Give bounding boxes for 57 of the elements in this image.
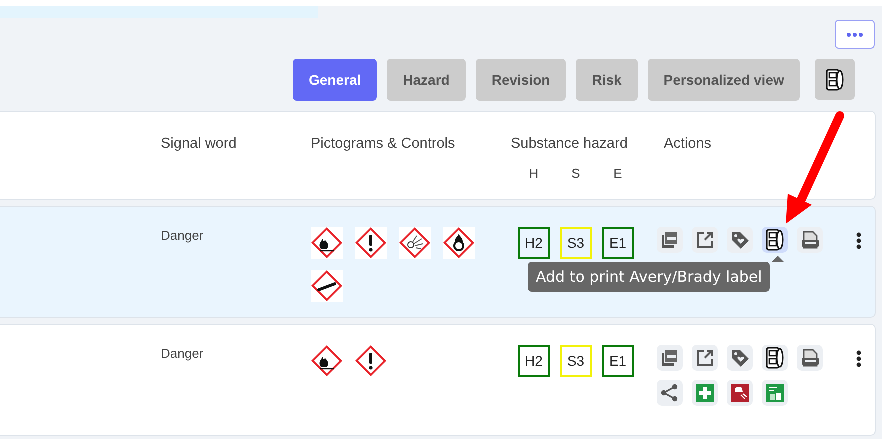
explosion-pictogram xyxy=(399,227,431,259)
label-roll-icon xyxy=(766,229,784,251)
tab[interactable]: Risk xyxy=(576,59,638,101)
tag-icon xyxy=(730,348,750,368)
flame-over-circle-pictogram xyxy=(443,227,475,259)
hazard-rating: H2 xyxy=(518,345,550,377)
gas-cylinder-pictogram xyxy=(311,270,343,302)
hazard-rating: E1 xyxy=(602,345,634,377)
action-button[interactable] xyxy=(797,345,823,371)
action-button[interactable] xyxy=(692,345,718,371)
first-aid-icon xyxy=(695,383,715,403)
exclamation-pictogram xyxy=(355,227,387,259)
action-button[interactable] xyxy=(762,227,788,253)
tooltip: Add to print Avery/Brady label xyxy=(528,262,770,292)
flame-pictogram xyxy=(311,227,343,259)
safety-shower-icon xyxy=(730,383,750,403)
column-header: Pictograms & Controls xyxy=(311,135,456,154)
signal-word: Danger xyxy=(161,345,205,363)
hazard-rating: S3 xyxy=(560,227,592,259)
tab[interactable]: General xyxy=(293,59,378,101)
label-roll-icon xyxy=(826,68,844,90)
more-icon xyxy=(847,32,863,36)
column-header: Actions xyxy=(664,135,713,154)
action-button[interactable] xyxy=(657,345,683,371)
column-subheader: H xyxy=(528,164,540,183)
action-button[interactable] xyxy=(657,227,683,253)
open-external-icon xyxy=(695,348,715,368)
more-vertical-icon xyxy=(856,232,862,250)
hazard-rating: E1 xyxy=(602,227,634,259)
column-header: Signal word xyxy=(161,135,238,154)
action-button[interactable] xyxy=(727,380,753,406)
action-button[interactable] xyxy=(727,227,753,253)
column-subheader: S xyxy=(570,164,582,183)
action-button[interactable] xyxy=(727,345,753,371)
hazard-rating: H2 xyxy=(518,227,550,259)
more-vertical-icon xyxy=(856,350,862,368)
column-header: Substance hazard xyxy=(511,135,629,154)
tab[interactable]: Hazard xyxy=(387,59,466,101)
action-button[interactable] xyxy=(657,380,683,406)
share-icon xyxy=(660,383,680,403)
open-external-icon xyxy=(695,230,715,250)
column-subheader: E xyxy=(612,164,624,183)
tab[interactable]: Personalized view xyxy=(648,59,800,101)
tooltip-pointer xyxy=(772,256,784,262)
tab[interactable]: Revision xyxy=(476,59,566,101)
tag-icon xyxy=(730,230,750,250)
more-button[interactable] xyxy=(835,20,875,49)
action-button[interactable] xyxy=(692,227,718,253)
kebab-menu-button[interactable] xyxy=(854,230,864,250)
label-roll-icon xyxy=(766,347,784,369)
spill-kit-icon xyxy=(765,383,785,403)
hazard-rating: S3 xyxy=(560,345,592,377)
print-label-button[interactable] xyxy=(815,59,856,100)
signal-word: Danger xyxy=(161,227,205,245)
action-button[interactable] xyxy=(797,227,823,253)
kebab-menu-button[interactable] xyxy=(854,348,864,368)
action-button[interactable] xyxy=(762,345,788,371)
